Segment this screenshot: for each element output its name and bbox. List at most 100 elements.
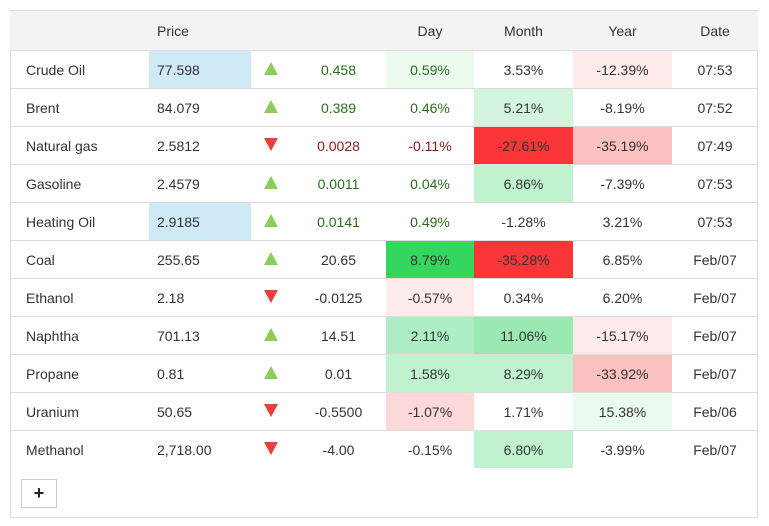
table-row[interactable]: Naphtha 701.13 14.51 2.11% 11.06% -15.17% Feb/… xyxy=(10,316,758,355)
price-cell: 2.4579 xyxy=(149,164,251,203)
month-cell: -35.28% xyxy=(474,240,573,279)
table-row[interactable]: Ethanol 2.18 -0.0125 -0.57% 0.34% 6.20% Feb/07 xyxy=(10,278,758,317)
arrow-up-icon xyxy=(264,251,278,265)
commodity-name: Brent xyxy=(10,88,149,127)
price-cell: 2.5812 xyxy=(149,126,251,165)
header-row: Price Day Month Year Date xyxy=(10,11,758,51)
price-cell: 0.81 xyxy=(149,354,251,393)
arrow-up-icon xyxy=(264,213,278,227)
change-cell: 0.0011 xyxy=(291,164,386,203)
price-cell: 255.65 xyxy=(149,240,251,279)
table-row[interactable]: Natural gas 2.5812 0.0028 -0.11% -27.61% -35.… xyxy=(10,126,758,165)
month-cell: 6.86% xyxy=(474,164,573,203)
header-day[interactable]: Day xyxy=(386,11,474,51)
change-cell: 0.458 xyxy=(291,50,386,89)
header-year[interactable]: Year xyxy=(573,11,672,51)
day-cell: 1.58% xyxy=(386,354,474,393)
commodity-name: Ethanol xyxy=(10,278,149,317)
table-row[interactable]: Methanol 2,718.00 -4.00 -0.15% 6.80% -3.99% Fe… xyxy=(10,430,758,469)
month-cell: -1.28% xyxy=(474,202,573,241)
price-cell: 701.13 xyxy=(149,316,251,355)
direction-cell xyxy=(251,431,291,469)
year-cell: -35.19% xyxy=(573,126,672,165)
header-date[interactable]: Date xyxy=(672,11,758,51)
commodity-name: Natural gas xyxy=(10,126,149,165)
day-cell: 2.11% xyxy=(386,316,474,355)
arrow-down-icon xyxy=(264,137,278,151)
change-cell: -4.00 xyxy=(322,441,355,458)
day-cell: 8.79% xyxy=(386,240,474,279)
commodities-panel: Price Day Month Year Date Crude Oil 77.59… xyxy=(10,10,758,518)
day-cell: -1.07% xyxy=(386,392,474,431)
direction-cell xyxy=(251,126,291,165)
day-cell: 0.04% xyxy=(386,164,474,203)
month-cell: 3.53% xyxy=(474,50,573,89)
year-cell: 6.85% xyxy=(573,240,672,279)
month-cell: 5.21% xyxy=(474,88,573,127)
day-cell: -0.15% xyxy=(407,441,453,458)
direction-cell xyxy=(251,202,291,241)
date-cell: Feb/07 xyxy=(672,240,758,279)
direction-cell xyxy=(251,164,291,203)
year-cell: -33.92% xyxy=(573,354,672,393)
date-cell: 07:53 xyxy=(672,202,758,241)
header-price[interactable]: Price xyxy=(149,11,251,51)
month-cell: -27.61% xyxy=(474,126,573,165)
date-cell: Feb/07 xyxy=(672,278,758,317)
change-cell: 0.389 xyxy=(291,88,386,127)
arrow-down-icon xyxy=(264,441,278,455)
date-cell: 07:53 xyxy=(672,164,758,203)
direction-cell xyxy=(251,240,291,279)
header-month[interactable]: Month xyxy=(474,11,573,51)
plus-icon: + xyxy=(33,483,45,503)
direction-cell xyxy=(251,88,291,127)
day-cell: 0.49% xyxy=(386,202,474,241)
price-cell: 2,718.00 xyxy=(157,441,212,458)
year-cell: -12.39% xyxy=(573,50,672,89)
table-row[interactable]: Coal 255.65 20.65 8.79% -35.28% 6.85% Feb/07 xyxy=(10,240,758,279)
table-row[interactable]: Propane 0.81 0.01 1.58% 8.29% -33.92% Feb/07 xyxy=(10,354,758,393)
day-cell: -0.57% xyxy=(386,278,474,317)
change-cell: -0.5500 xyxy=(291,392,386,431)
arrow-down-icon xyxy=(264,403,278,417)
commodity-name: Uranium xyxy=(10,392,149,431)
year-cell: -3.99% xyxy=(600,441,645,458)
change-cell: -0.0125 xyxy=(291,278,386,317)
table-row[interactable]: Uranium 50.65 -0.5500 -1.07% 1.71% 15.38% Feb/… xyxy=(10,392,758,431)
year-cell: -7.39% xyxy=(573,164,672,203)
commodities-table: Price Day Month Year Date Crude Oil 77.59… xyxy=(10,11,758,468)
commodity-name: Naphtha xyxy=(10,316,149,355)
direction-cell xyxy=(251,392,291,431)
header-name[interactable] xyxy=(10,11,149,51)
table-row[interactable]: Heating Oil 2.9185 0.0141 0.49% -1.28% 3.21% 0… xyxy=(10,202,758,241)
price-cell: 50.65 xyxy=(149,392,251,431)
price-cell: 2.9185 xyxy=(149,202,251,241)
arrow-up-icon xyxy=(264,365,278,379)
day-cell: 0.46% xyxy=(386,88,474,127)
table-row[interactable]: Brent 84.079 0.389 0.46% 5.21% -8.19% 07:52 xyxy=(10,88,758,127)
price-cell: 77.598 xyxy=(149,50,251,89)
arrow-up-icon xyxy=(264,61,278,75)
month-cell: 11.06% xyxy=(474,316,573,355)
year-cell: -8.19% xyxy=(573,88,672,127)
date-cell: Feb/07 xyxy=(693,441,737,458)
add-row-button[interactable]: + xyxy=(21,479,57,508)
month-cell: 0.34% xyxy=(474,278,573,317)
date-cell: Feb/07 xyxy=(672,354,758,393)
header-change[interactable] xyxy=(291,11,386,51)
table-row[interactable]: Crude Oil 77.598 0.458 0.59% 3.53% -12.39% 07:… xyxy=(10,50,758,89)
direction-cell xyxy=(251,316,291,355)
direction-cell xyxy=(251,354,291,393)
date-cell: 07:49 xyxy=(672,126,758,165)
commodity-name: Crude Oil xyxy=(10,50,149,89)
change-cell: 0.01 xyxy=(291,354,386,393)
commodity-name: Gasoline xyxy=(10,164,149,203)
date-cell: 07:52 xyxy=(672,88,758,127)
price-cell: 84.079 xyxy=(149,88,251,127)
year-cell: 6.20% xyxy=(573,278,672,317)
price-cell: 2.18 xyxy=(149,278,251,317)
commodity-name: Heating Oil xyxy=(10,202,149,241)
change-cell: 0.0141 xyxy=(291,202,386,241)
year-cell: -15.17% xyxy=(573,316,672,355)
table-row[interactable]: Gasoline 2.4579 0.0011 0.04% 6.86% -7.39% 07:5… xyxy=(10,164,758,203)
